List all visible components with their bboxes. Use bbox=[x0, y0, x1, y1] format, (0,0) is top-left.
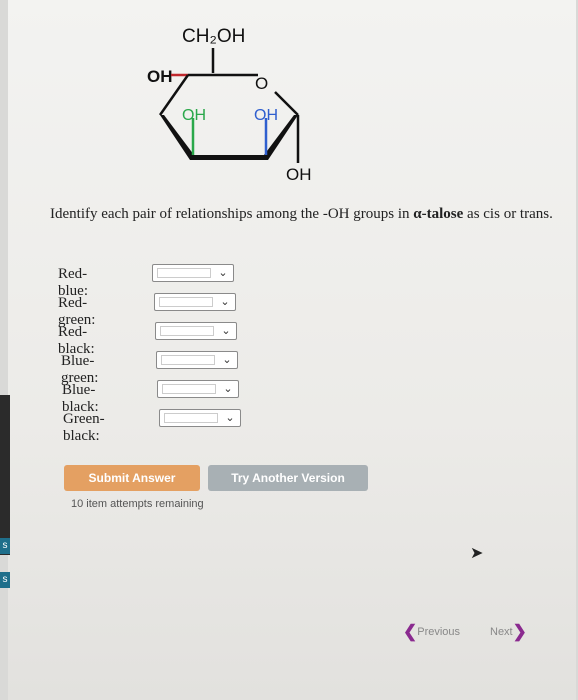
ch2oh-label: CH₂OH bbox=[182, 26, 245, 47]
select-green-black[interactable]: ⌄ bbox=[159, 409, 241, 427]
mouse-cursor-icon: ➤ bbox=[470, 543, 484, 562]
chevron-right-icon: ❯ bbox=[512, 622, 527, 641]
select-value bbox=[160, 326, 214, 336]
attempts-remaining: 10 item attempts remaining bbox=[71, 498, 204, 510]
talose-structure: CH₂OH OH O OH OH OH bbox=[147, 26, 312, 184]
oh-black-label: OH bbox=[286, 165, 312, 184]
compound-name: α-talose bbox=[413, 206, 464, 222]
next-label: Next bbox=[490, 626, 513, 638]
chevron-down-icon: ⌄ bbox=[223, 382, 233, 395]
select-red-blue[interactable]: ⌄ bbox=[152, 264, 234, 282]
select-value bbox=[157, 268, 211, 278]
select-value bbox=[159, 297, 213, 307]
chevron-down-icon: ⌄ bbox=[225, 411, 235, 424]
previous-button[interactable]: ❮Previous bbox=[403, 622, 460, 642]
pair-label-green-black: Green-black: bbox=[63, 411, 105, 444]
chevron-down-icon: ⌄ bbox=[218, 266, 228, 279]
try-another-version-button[interactable]: Try Another Version bbox=[208, 465, 368, 491]
select-value bbox=[164, 413, 218, 423]
question-text: Identify each pair of relationships amon… bbox=[50, 205, 570, 223]
select-value bbox=[161, 355, 215, 365]
edge-tab[interactable]: s bbox=[0, 538, 10, 554]
left-edge-bar bbox=[0, 395, 10, 555]
question-suffix: as cis or trans. bbox=[463, 206, 553, 222]
select-blue-green[interactable]: ⌄ bbox=[156, 351, 238, 369]
edge-tab[interactable]: s bbox=[0, 572, 10, 588]
previous-label: Previous bbox=[417, 626, 461, 638]
question-prefix: Identify each pair of relationships amon… bbox=[50, 206, 414, 222]
oh-blue-label: OH bbox=[254, 107, 278, 124]
oh-red-label: OH bbox=[147, 67, 173, 86]
select-red-black[interactable]: ⌄ bbox=[155, 322, 237, 340]
ring-oxygen-label: O bbox=[255, 74, 268, 93]
select-blue-black[interactable]: ⌄ bbox=[157, 380, 239, 398]
submit-answer-button[interactable]: Submit Answer bbox=[64, 465, 200, 491]
c5-c1-bond bbox=[274, 91, 299, 116]
oh-green-label: OH bbox=[182, 107, 206, 124]
chevron-down-icon: ⌄ bbox=[222, 353, 232, 366]
chevron-down-icon: ⌄ bbox=[220, 295, 230, 308]
chevron-left-icon: ❮ bbox=[403, 622, 418, 641]
select-value bbox=[162, 384, 216, 394]
next-button[interactable]: Next❯ bbox=[490, 622, 527, 642]
chevron-down-icon: ⌄ bbox=[221, 324, 231, 337]
page: CH₂OH OH O OH OH OH Identify each pair o… bbox=[8, 0, 576, 700]
select-red-green[interactable]: ⌄ bbox=[154, 293, 236, 311]
